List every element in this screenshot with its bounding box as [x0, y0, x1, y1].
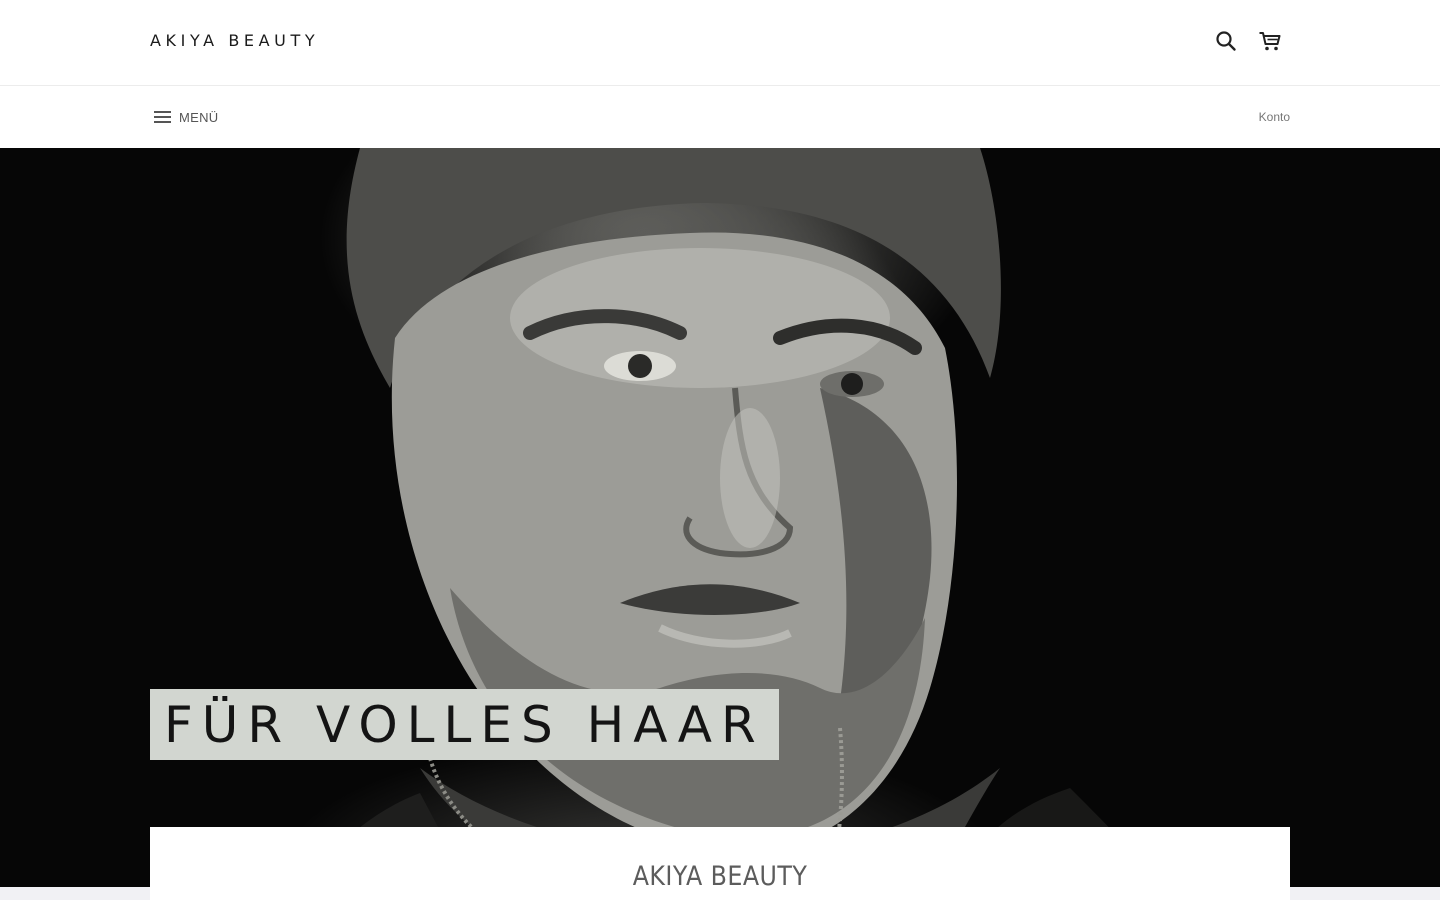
intro-section: AKIYA BEAUTY: [150, 827, 1290, 900]
cart-button[interactable]: [1256, 27, 1284, 55]
section-title: AKIYA BEAUTY: [632, 861, 808, 892]
portrait-image: [300, 148, 1160, 887]
hamburger-icon: [154, 111, 171, 123]
hero-banner: FÜR VOLLES HAAR: [0, 148, 1440, 887]
menu-label: MENÜ: [179, 109, 219, 125]
search-icon: [1216, 31, 1236, 51]
site-logo[interactable]: AKIYA BEAUTY: [150, 31, 319, 50]
site-header: AKIYA BEAUTY: [0, 0, 1440, 86]
hero-caption: FÜR VOLLES HAAR: [150, 689, 779, 760]
main-nav: MENÜ Konto: [0, 86, 1440, 148]
hero-caption-text: FÜR VOLLES HAAR: [164, 695, 765, 754]
search-button[interactable]: [1212, 27, 1240, 55]
cart-icon: [1259, 32, 1281, 51]
account-link[interactable]: Konto: [1259, 110, 1290, 124]
menu-button[interactable]: MENÜ: [154, 108, 218, 126]
